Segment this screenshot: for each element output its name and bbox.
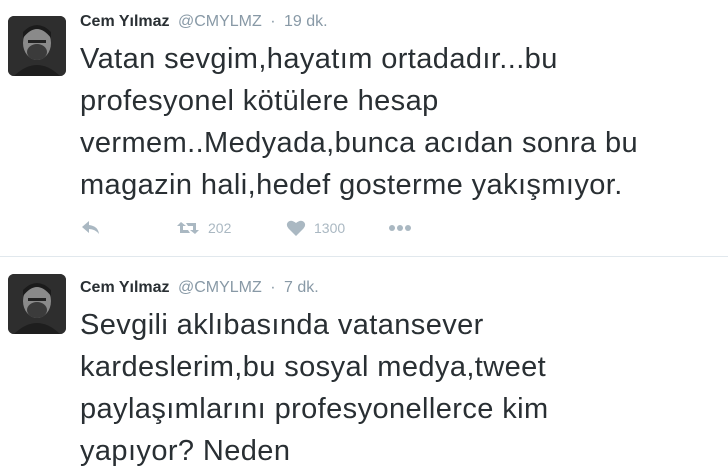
tweet-text-line: profesyonel kötülere hesap <box>80 85 439 117</box>
author-handle[interactable]: @CMYLMZ <box>178 13 262 30</box>
tweet-text-line: magazin hali,hedef gosterme yakışmıyor. <box>80 169 623 201</box>
tweet-text: Vatan sevgim,hayatım ortadadır...bu prof… <box>80 38 720 206</box>
tweet-text-line: yapıyor? Neden <box>80 435 291 467</box>
tweet-text-line: Sevgili aklıbasında vatansever <box>80 309 484 341</box>
more-icon <box>389 225 411 231</box>
separator-dot: · <box>270 13 276 30</box>
tweet[interactable]: Cem Yılmaz @CMYLMZ · 19 dk. Vatan sevgim… <box>0 0 728 257</box>
avatar[interactable] <box>8 274 66 334</box>
reply-icon <box>82 221 99 234</box>
tweet-text-line: paylaşımlarını profesyonellerce kim <box>80 393 549 425</box>
tweet-actions: 202 1300 <box>80 214 412 242</box>
tweet-text: Sevgili aklıbasında vatansever kardesler… <box>80 304 720 472</box>
author-name[interactable]: Cem Yılmaz <box>80 279 170 296</box>
retweet-icon <box>177 222 199 234</box>
timestamp[interactable]: 7 dk. <box>284 279 319 296</box>
tweet-text-line: Vatan sevgim,hayatım ortadadır...bu <box>80 43 558 75</box>
tweet-header: Cem Yılmaz @CMYLMZ · 7 dk. <box>80 278 319 298</box>
retweet-button[interactable]: 202 <box>176 219 286 237</box>
retweet-count: 202 <box>208 220 232 236</box>
like-count: 1300 <box>314 220 346 236</box>
author-handle[interactable]: @CMYLMZ <box>178 279 262 296</box>
tweet[interactable]: Cem Yılmaz @CMYLMZ · 7 dk. Sevgili aklıb… <box>0 258 728 474</box>
tweet-header: Cem Yılmaz @CMYLMZ · 19 dk. <box>80 12 328 32</box>
more-button[interactable] <box>388 224 412 232</box>
tweet-text-line: vermem..Medyada,bunca acıdan sonra bu <box>80 127 639 159</box>
author-name[interactable]: Cem Yılmaz <box>80 13 170 30</box>
tweet-text-line: kardeslerim,bu sosyal medya,tweet <box>80 351 547 383</box>
timestamp[interactable]: 19 dk. <box>284 13 328 30</box>
heart-icon <box>286 220 306 236</box>
reply-button[interactable] <box>80 219 176 237</box>
separator-dot: · <box>270 279 276 296</box>
like-button[interactable]: 1300 <box>286 219 388 237</box>
avatar[interactable] <box>8 16 66 76</box>
